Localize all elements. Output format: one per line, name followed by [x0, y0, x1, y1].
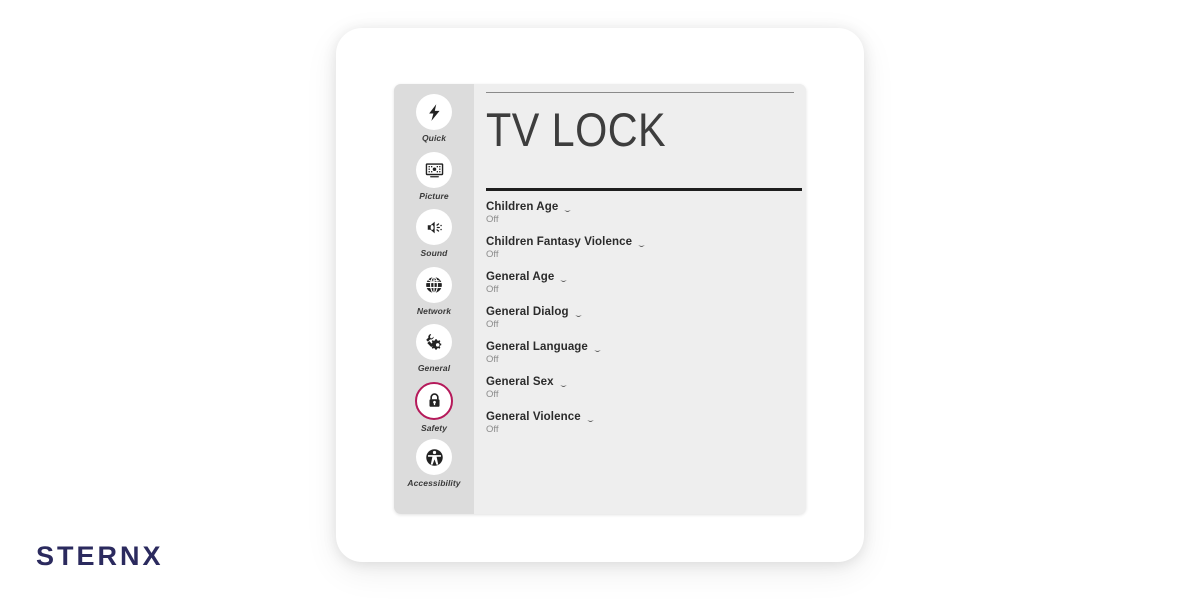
settings-sidebar: Quick Picture Sound Network General Safe… [394, 84, 474, 514]
wrench-gear-icon [416, 324, 452, 360]
setting-label-line: General Age [486, 270, 798, 284]
setting-label-line: General Dialog [486, 305, 798, 319]
setting-label-line: General Language [486, 340, 798, 354]
setting-label: General Language [486, 341, 588, 353]
tv-screen-icon [416, 151, 452, 188]
sidebar-item-network[interactable]: Network [394, 266, 474, 325]
tv-lock-settings-list: Children Age Off Children Fantasy Violen… [486, 200, 798, 445]
setting-label-line: General Violence [486, 410, 798, 424]
setting-row-general-sex[interactable]: General Sex Off [486, 375, 798, 401]
setting-row-children-fantasy-violence[interactable]: Children Fantasy Violence Off [486, 235, 798, 261]
page-title: TV LOCK [486, 103, 667, 156]
setting-row-general-violence[interactable]: General Violence Off [486, 410, 798, 436]
header-top-divider [486, 92, 794, 93]
setting-row-general-dialog[interactable]: General Dialog Off [486, 305, 798, 331]
setting-value: Off [486, 389, 499, 400]
globe-icon [416, 266, 452, 303]
chevron-down-icon[interactable] [559, 378, 568, 387]
screenshot-root: Quick Picture Sound Network General Safe… [0, 0, 1200, 600]
header-bottom-divider [486, 188, 802, 191]
accessibility-icon [416, 439, 452, 475]
chevron-down-icon[interactable] [574, 308, 583, 317]
setting-value: Off [486, 214, 499, 225]
setting-value: Off [486, 284, 499, 295]
sidebar-item-label: Quick [421, 133, 447, 143]
setting-label: Children Age [486, 201, 559, 213]
setting-value: Off [486, 424, 499, 435]
setting-value: Off [486, 249, 499, 260]
setting-row-general-language[interactable]: General Language Off [486, 340, 798, 366]
setting-label-line: Children Age [486, 200, 798, 214]
setting-value: Off [486, 354, 499, 365]
setting-label: Children Fantasy Violence [486, 236, 633, 248]
chevron-down-icon[interactable] [593, 343, 602, 352]
speaker-icon [416, 209, 452, 245]
sidebar-item-label: Accessibility [407, 478, 461, 488]
setting-label: General Dialog [486, 306, 569, 318]
setting-label: General Sex [486, 376, 554, 388]
sidebar-item-accessibility[interactable]: Accessibility [394, 439, 474, 497]
sidebar-item-picture[interactable]: Picture [394, 151, 474, 210]
brand-logo: STERNX [36, 541, 164, 571]
chevron-down-icon[interactable] [586, 413, 595, 422]
setting-row-children-age[interactable]: Children Age Off [486, 200, 798, 226]
setting-label-line: Children Fantasy Violence [486, 235, 798, 249]
sidebar-item-label: Network [416, 305, 452, 316]
setting-label-line: General Sex [486, 375, 798, 389]
sidebar-item-label: Sound [420, 248, 448, 258]
setting-label: General Violence [486, 411, 581, 423]
sidebar-item-safety[interactable]: Safety [394, 381, 474, 440]
sidebar-item-label: Safety [420, 422, 448, 433]
tv-settings-panel: Quick Picture Sound Network General Safe… [394, 84, 806, 514]
sidebar-item-general[interactable]: General [394, 324, 474, 382]
sidebar-item-label: Picture [419, 190, 449, 201]
setting-row-general-age[interactable]: General Age Off [486, 270, 798, 296]
sidebar-item-label: General [417, 363, 451, 373]
setting-label: General Age [486, 271, 555, 283]
chevron-down-icon[interactable] [637, 238, 646, 247]
sidebar-item-sound[interactable]: Sound [394, 209, 474, 267]
settings-content: TV LOCK Children Age Off Children Fantas… [474, 84, 806, 514]
chevron-down-icon[interactable] [563, 203, 572, 212]
sidebar-item-quick[interactable]: Quick [394, 94, 474, 152]
padlock-icon [415, 381, 453, 420]
setting-value: Off [486, 319, 499, 330]
chevron-down-icon[interactable] [559, 273, 568, 282]
lightning-bolt-icon [416, 94, 452, 130]
